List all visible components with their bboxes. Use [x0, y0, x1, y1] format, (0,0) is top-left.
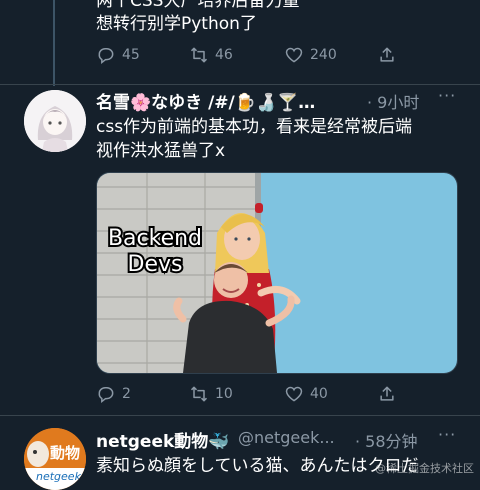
like-count: 40 [310, 386, 328, 402]
more-icon[interactable]: ··· [438, 86, 456, 105]
tweet1-retweet-button[interactable]: 46 [189, 45, 233, 65]
retweet-icon [189, 384, 209, 404]
tweet2-retweet-button[interactable]: 10 [189, 384, 233, 404]
avatar[interactable]: 動物 netgeek [24, 428, 86, 490]
reply-count: 2 [122, 386, 131, 402]
like-count: 240 [310, 47, 337, 63]
tweet2-reply-button[interactable]: 2 [96, 384, 131, 404]
reply-icon [96, 384, 116, 404]
tweet2-display-name[interactable]: 名雪🌸なゆき /#/🍺🍶🍸… [96, 88, 315, 113]
more-icon[interactable]: ··· [438, 425, 456, 444]
tweet3-text-line1: 素知らぬ顔をしている猫、あんたはクロだ [96, 456, 419, 476]
tweet3-handle[interactable]: @netgeek... [238, 428, 335, 447]
tweet1-share-button[interactable] [377, 45, 397, 65]
tweet3-display-name[interactable]: netgeek動物🐳 [96, 427, 229, 452]
watermark: @稀土掘金技术社区 [375, 462, 474, 475]
avatar[interactable] [24, 90, 86, 152]
avatar-label: 動物 [50, 444, 81, 462]
avatar-illustration [24, 90, 86, 152]
divider [0, 84, 480, 85]
divider [0, 415, 480, 416]
tweet1-text-line1: 两个CSS大厂培养后备力量 [96, 0, 300, 11]
tweet2-text-line1: css作为前端的基本功，看来是经常被后端 [96, 117, 413, 137]
retweet-count: 46 [215, 47, 233, 63]
reply-icon [96, 45, 116, 65]
share-icon [377, 384, 397, 404]
tweet1-like-button[interactable]: 240 [284, 45, 337, 65]
retweet-icon [189, 45, 209, 65]
tweet1-text-line2: 想转行别学Python了 [96, 14, 257, 34]
tweet2-media-image[interactable]: Backend Devs [96, 172, 458, 374]
tweet2-like-button[interactable]: 40 [284, 384, 328, 404]
meme-illustration: Backend Devs [97, 173, 457, 373]
avatar-sublabel: netgeek [36, 470, 81, 483]
tweet2-timestamp[interactable]: · 9小时 [367, 89, 419, 113]
tweet1-reply-button[interactable]: 45 [96, 45, 140, 65]
meme-caption-line2: Devs [128, 252, 183, 277]
reply-count: 45 [122, 47, 140, 63]
meme-caption-line1: Backend [108, 226, 202, 251]
tweet3-timestamp[interactable]: · 58分钟 [355, 428, 418, 452]
tweet2-share-button[interactable] [377, 384, 397, 404]
thread-line [53, 0, 55, 86]
retweet-count: 10 [215, 386, 233, 402]
like-icon [284, 45, 304, 65]
like-icon [284, 384, 304, 404]
tweet2-text-line2: 视作洪水猛兽了x [96, 141, 226, 161]
share-icon [377, 45, 397, 65]
